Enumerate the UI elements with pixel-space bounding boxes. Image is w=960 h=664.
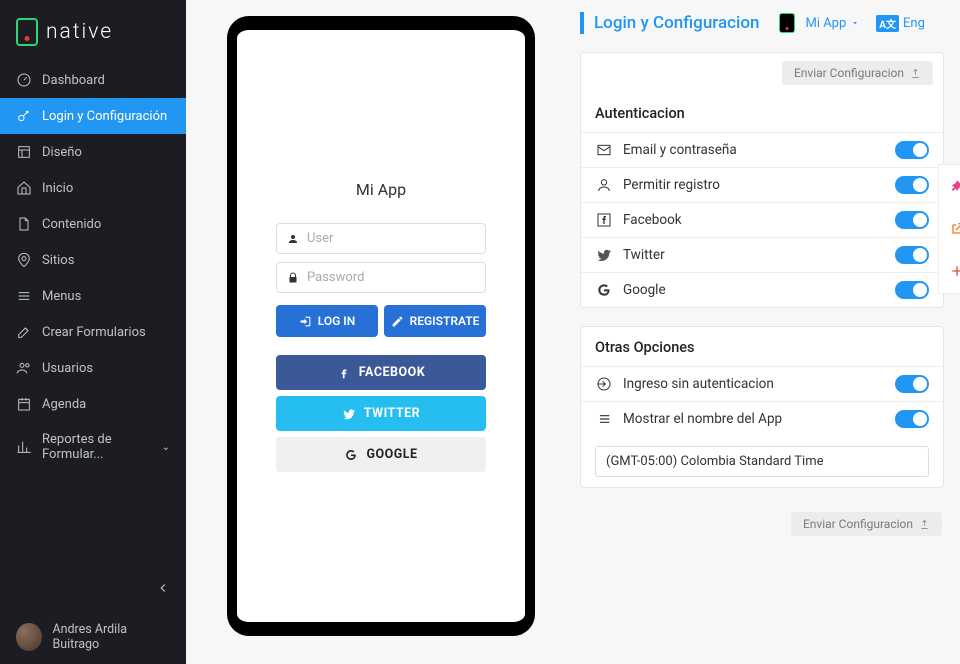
gg-icon (595, 282, 613, 298)
auth-buttons: LOG IN REGISTRATE (276, 305, 486, 337)
language-switcher[interactable]: A文 Eng (876, 15, 925, 32)
floating-ribbon (938, 164, 960, 294)
app-dropdown[interactable]: Mi App (805, 16, 860, 31)
google-icon (344, 448, 358, 462)
phone-preview-column: Mi App User Password LOG IN REGISTRATE (186, 0, 576, 664)
brand: native (0, 0, 186, 62)
mail-icon (595, 142, 613, 158)
caret-down-icon (850, 18, 860, 28)
chevron-down-icon: ⌄ (162, 442, 170, 453)
other-panel: Otras Opciones Ingreso sin autenticacion… (580, 326, 944, 488)
auth-option-0: Email y contraseña (581, 132, 943, 167)
nav: DashboardLogin y ConfiguraciónDiseñoInic… (0, 62, 186, 569)
login-button[interactable]: LOG IN (276, 305, 378, 337)
auth-option-toggle-4[interactable] (895, 281, 929, 299)
sidebar-collapse[interactable] (0, 569, 186, 610)
home-icon (16, 180, 32, 196)
upload-icon (910, 68, 921, 79)
fb-icon (595, 212, 613, 228)
send-config-button-top[interactable]: Enviar Configuracion (782, 61, 933, 85)
sidebar: native DashboardLogin y ConfiguraciónDis… (0, 0, 186, 664)
user-icon (287, 233, 299, 245)
chart-icon (16, 439, 32, 455)
login-icon (299, 315, 312, 328)
user-field[interactable]: User (276, 223, 486, 254)
share-icon (949, 221, 960, 237)
edit-icon (391, 315, 404, 328)
auth-option-toggle-2[interactable] (895, 211, 929, 229)
edit-icon (16, 324, 32, 340)
brand-icon (16, 18, 38, 46)
twitter-icon (342, 407, 356, 421)
nav-item-8[interactable]: Usuarios (0, 350, 186, 386)
gauge-icon (16, 72, 32, 88)
avatar (16, 623, 42, 651)
file-icon (16, 216, 32, 232)
upload-icon (919, 519, 930, 530)
nav-item-4[interactable]: Contenido (0, 206, 186, 242)
brand-text: native (46, 20, 113, 44)
pin-icon (949, 179, 960, 195)
lock-icon (287, 272, 299, 284)
app-title: Mi App (356, 180, 406, 199)
nav-item-6[interactable]: Menus (0, 278, 186, 314)
enter-icon (595, 376, 613, 392)
nav-item-10[interactable]: Reportes de Formular...⌄ (0, 422, 186, 472)
chevron-left-icon (156, 581, 170, 595)
facebook-button[interactable]: FACEBOOK (276, 355, 486, 390)
nav-item-1[interactable]: Login y Configuración (0, 98, 186, 134)
other-section-title: Otras Opciones (581, 327, 943, 366)
other-option-1: Mostrar el nombre del App (581, 401, 943, 436)
auth-option-1: Permitir registro (581, 167, 943, 202)
config-panel: Enviar Configuracion Autenticacion Email… (580, 52, 944, 308)
sidebar-footer[interactable]: Andres Ardila Buitrago (0, 610, 186, 664)
twitter-button[interactable]: TWITTER (276, 396, 486, 431)
phone-frame: Mi App User Password LOG IN REGISTRATE (227, 16, 535, 636)
other-option-toggle-0[interactable] (895, 375, 929, 393)
facebook-icon (337, 366, 351, 380)
settings-header: Login y Configuracion Mi App A文 Eng (580, 12, 944, 34)
ribbon-add[interactable] (945, 259, 960, 283)
person-icon (595, 177, 613, 193)
nav-item-2[interactable]: Diseño (0, 134, 186, 170)
settings-title: Login y Configuracion (594, 13, 759, 33)
list-icon (595, 411, 613, 427)
ribbon-share[interactable] (945, 217, 960, 241)
settings-column: Login y Configuracion Mi App A文 Eng Envi… (576, 0, 960, 664)
nav-item-7[interactable]: Crear Formularios (0, 314, 186, 350)
timezone-select[interactable]: (GMT-05:00) Colombia Standard Time (595, 446, 929, 477)
auth-option-2: Facebook (581, 202, 943, 237)
auth-section-title: Autenticacion (581, 93, 943, 132)
auth-option-toggle-0[interactable] (895, 141, 929, 159)
password-field[interactable]: Password (276, 262, 486, 293)
auth-option-4: Google (581, 272, 943, 307)
nav-item-3[interactable]: Inicio (0, 170, 186, 206)
tw-icon (595, 247, 613, 263)
nav-item-5[interactable]: Sitios (0, 242, 186, 278)
other-option-toggle-1[interactable] (895, 410, 929, 428)
social-buttons: FACEBOOK TWITTER GOOGLE (276, 355, 486, 472)
user-name: Andres Ardila Buitrago (52, 622, 170, 652)
auth-option-3: Twitter (581, 237, 943, 272)
send-config-button-bottom[interactable]: Enviar Configuracion (791, 512, 942, 536)
plus-icon (949, 263, 960, 279)
mini-logo-icon (779, 13, 795, 33)
header-accent (580, 12, 584, 34)
auth-option-toggle-3[interactable] (895, 246, 929, 264)
nav-item-0[interactable]: Dashboard (0, 62, 186, 98)
register-button[interactable]: REGISTRATE (384, 305, 486, 337)
translate-icon: A文 (876, 15, 899, 32)
nav-item-9[interactable]: Agenda (0, 386, 186, 422)
menu-icon (16, 288, 32, 304)
auth-option-toggle-1[interactable] (895, 176, 929, 194)
pin-icon (16, 252, 32, 268)
users-icon (16, 360, 32, 376)
google-button[interactable]: GOOGLE (276, 437, 486, 472)
ribbon-pin[interactable] (945, 175, 960, 199)
other-option-0: Ingreso sin autenticacion (581, 366, 943, 401)
layout-icon (16, 144, 32, 160)
key-icon (16, 108, 32, 124)
calendar-icon (16, 396, 32, 412)
